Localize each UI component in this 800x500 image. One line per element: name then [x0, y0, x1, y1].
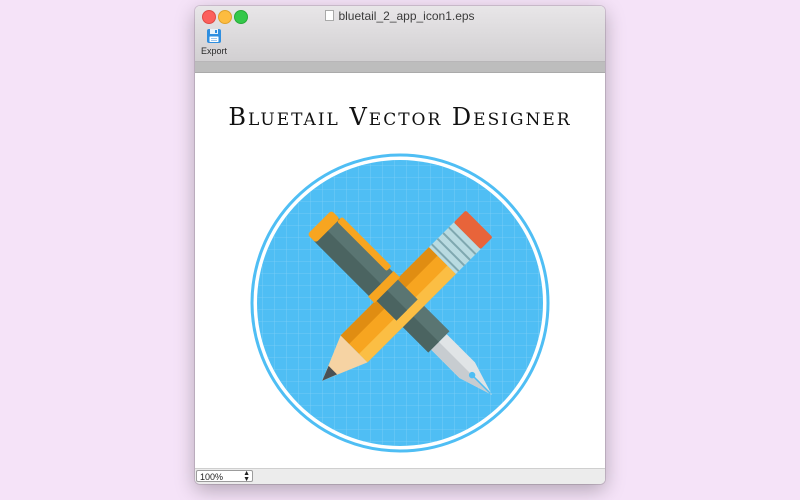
zoom-select[interactable]: 100% ▲ ▼	[196, 470, 253, 483]
export-button[interactable]: Export	[199, 28, 229, 60]
document-canvas: Bluetail Vector Designer	[195, 73, 605, 468]
document-heading: Bluetail Vector Designer	[228, 103, 572, 131]
app-window: bluetail_2_app_icon1.eps Export Bluetail…	[195, 6, 605, 484]
floppy-disk-icon	[207, 29, 221, 43]
window-title-text: bluetail_2_app_icon1.eps	[338, 9, 475, 23]
app-logo	[250, 153, 550, 453]
zoom-value: 100%	[200, 472, 224, 482]
export-label: Export	[200, 46, 227, 56]
window-title: bluetail_2_app_icon1.eps	[195, 9, 605, 23]
document-icon	[325, 10, 335, 21]
title-bar: bluetail_2_app_icon1.eps Export	[195, 6, 605, 62]
status-bar: 100% ▲ ▼	[195, 468, 605, 484]
stepper-arrows-icon: ▲ ▼	[243, 470, 250, 483]
toolbar-separator	[195, 62, 605, 73]
